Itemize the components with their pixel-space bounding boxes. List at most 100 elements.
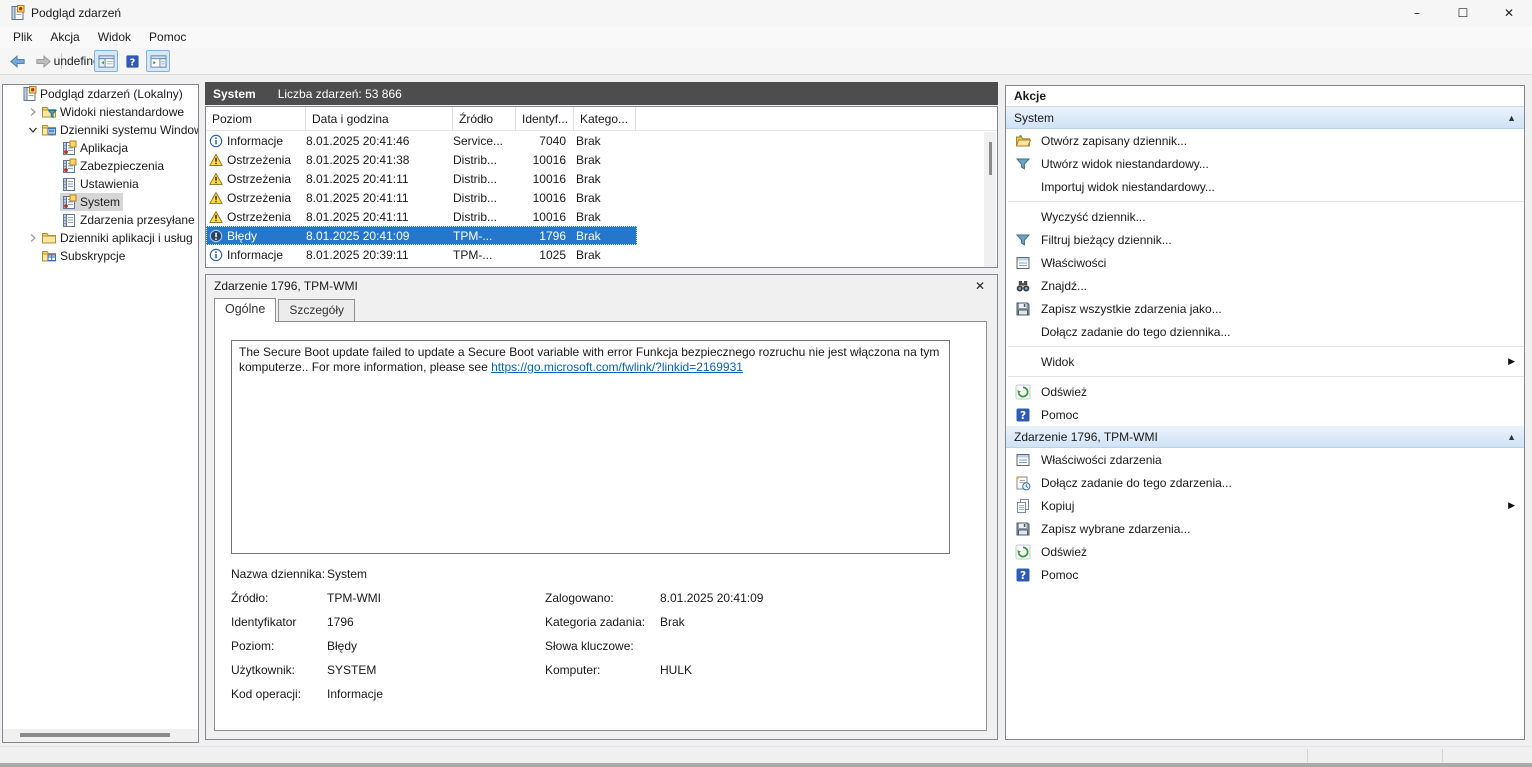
tab-ogolne[interactable]: Ogólne bbox=[214, 298, 276, 322]
event-date: 8.01.2025 20:41:38 bbox=[306, 153, 453, 167]
log-title-bar: System Liczba zdarzeń: 53 866 bbox=[205, 82, 998, 105]
event-list-vertical-scrollbar[interactable] bbox=[984, 132, 996, 267]
action-wlasciwosci-zdarzenia[interactable]: Właściwości zdarzenia bbox=[1006, 448, 1524, 471]
column-header-katego[interactable]: Katego... bbox=[574, 107, 636, 130]
window-bottom-edge bbox=[0, 763, 1532, 767]
action-wyczysc-dziennik[interactable]: Wyczyść dziennik... bbox=[1006, 205, 1524, 228]
detail-field-row: Użytkownik:SYSTEMKomputer:HULK bbox=[231, 658, 966, 682]
action-label: Utwórz widok niestandardowy... bbox=[1041, 157, 1515, 171]
log-badge-icon bbox=[61, 140, 77, 156]
action-label: Importuj widok niestandardowy... bbox=[1041, 180, 1515, 194]
chevron-right-icon[interactable] bbox=[25, 105, 40, 120]
maximize-button[interactable]: ☐ bbox=[1440, 0, 1486, 26]
tree-item-label: Aplikacja bbox=[80, 141, 128, 155]
action-pomoc[interactable]: ?Pomoc bbox=[1006, 403, 1524, 426]
action-otworz-zapisany-dziennik[interactable]: Otwórz zapisany dziennik... bbox=[1006, 129, 1524, 152]
field-label: Komputer: bbox=[545, 663, 660, 677]
action-kopiuj[interactable]: Kopiuj▶ bbox=[1006, 494, 1524, 517]
tree-item-dzienniki-aplikacji-i-uslug[interactable]: Dzienniki aplikacji i usług bbox=[3, 229, 198, 247]
tab-szczegoly[interactable]: Szczegóły bbox=[278, 299, 355, 321]
tree-item-zdarzenia-przesylane-dalej[interactable]: Zdarzenia przesyłane dalej bbox=[3, 211, 198, 229]
info-level-icon bbox=[209, 134, 223, 148]
event-row-6[interactable]: Błędy8.01.2025 20:41:09TPM-...1796Brak bbox=[206, 226, 637, 245]
help-icon[interactable]: ? bbox=[120, 50, 144, 72]
action-utworz-widok-niestandardowy[interactable]: Utwórz widok niestandardowy... bbox=[1006, 152, 1524, 175]
tree-item-label: Widoki niestandardowe bbox=[60, 105, 184, 119]
action-pane-toggle-icon[interactable] bbox=[146, 50, 170, 72]
action-dolacz-zadanie-do-tego-zdarzenia[interactable]: Dołącz zadanie do tego zdarzenia... bbox=[1006, 471, 1524, 494]
action-label: Pomoc bbox=[1041, 408, 1515, 422]
event-row-2[interactable]: Ostrzeżenia8.01.2025 20:41:38Distrib...1… bbox=[206, 150, 637, 169]
warning-level-icon bbox=[209, 172, 223, 186]
tree-item-subskrypcje[interactable]: Subskrypcje bbox=[3, 247, 198, 265]
action-odswiez[interactable]: Odśwież bbox=[1006, 380, 1524, 403]
column-header-data-i-godzina[interactable]: Data i godzina bbox=[306, 107, 453, 130]
event-count: Liczba zdarzeń: 53 866 bbox=[278, 87, 402, 101]
tree-item-widoki-niestandardowe[interactable]: Widoki niestandardowe bbox=[3, 103, 198, 121]
tree-item-dzienniki-systemu-windows[interactable]: Dzienniki systemu Windows bbox=[3, 121, 198, 139]
warning-level-icon bbox=[209, 153, 223, 167]
action-label: Dołącz zadanie do tego dziennika... bbox=[1041, 325, 1515, 339]
event-row-3[interactable]: Ostrzeżenia8.01.2025 20:41:11Distrib...1… bbox=[206, 169, 637, 188]
minimize-button[interactable]: – bbox=[1394, 0, 1440, 26]
actions-section-header-zdarzenie-1796-tpm-wmi[interactable]: Zdarzenie 1796, TPM-WMI▲ bbox=[1006, 426, 1524, 448]
action-pomoc[interactable]: ?Pomoc bbox=[1006, 563, 1524, 586]
field-label: Zalogowano: bbox=[545, 591, 660, 605]
chevron-right-icon[interactable] bbox=[25, 231, 40, 246]
action-label: Właściwości zdarzenia bbox=[1041, 453, 1515, 467]
menu-item-pomoc[interactable]: Pomoc bbox=[140, 28, 195, 46]
event-date: 8.01.2025 20:41:11 bbox=[306, 172, 453, 186]
event-viewer-icon bbox=[21, 86, 37, 102]
action-zapisz-wszystkie-zdarzenia-jako[interactable]: Zapisz wszystkie zdarzenia jako... bbox=[1006, 297, 1524, 320]
tree-item-label: Subskrypcje bbox=[60, 249, 125, 263]
folder-filter-icon bbox=[41, 104, 57, 120]
menu-item-widok[interactable]: Widok bbox=[89, 28, 140, 46]
action-widok[interactable]: Widok▶ bbox=[1006, 350, 1524, 373]
console-tree-toggle-icon[interactable] bbox=[94, 50, 118, 72]
action-importuj-widok-niestandardowy[interactable]: Importuj widok niestandardowy... bbox=[1006, 175, 1524, 198]
column-header-zrodlo[interactable]: Źródło bbox=[453, 107, 516, 130]
action-znajdz[interactable]: Znajdź... bbox=[1006, 274, 1524, 297]
tree-item-label: Dzienniki aplikacji i usług bbox=[60, 231, 193, 245]
event-category: Brak bbox=[574, 210, 636, 224]
action-zapisz-wybrane-zdarzenia[interactable]: Zapisz wybrane zdarzenia... bbox=[1006, 517, 1524, 540]
chevron-down-icon[interactable] bbox=[25, 123, 40, 138]
collapse-section-icon[interactable]: ▲ bbox=[1507, 432, 1516, 442]
event-row-5[interactable]: Ostrzeżenia8.01.2025 20:41:11Distrib...1… bbox=[206, 207, 637, 226]
event-id: 10016 bbox=[516, 172, 574, 186]
submenu-arrow-icon: ▶ bbox=[1508, 356, 1515, 367]
action-wlasciwosci[interactable]: Właściwości bbox=[1006, 251, 1524, 274]
tree-item-aplikacja[interactable]: Aplikacja bbox=[3, 139, 198, 157]
level-label: Ostrzeżenia bbox=[227, 191, 291, 205]
column-header-identyf[interactable]: Identyf... bbox=[516, 107, 574, 130]
log-plain-icon bbox=[61, 212, 77, 228]
action-odswiez[interactable]: Odśwież bbox=[1006, 540, 1524, 563]
menu-item-plik[interactable]: Plik bbox=[4, 28, 41, 46]
event-row-1[interactable]: Informacje8.01.2025 20:41:46Service...70… bbox=[206, 131, 637, 150]
actions-section-header-system[interactable]: System▲ bbox=[1006, 107, 1524, 129]
collapse-section-icon[interactable]: ▲ bbox=[1507, 113, 1516, 123]
tree-item-podglad-zdarzen-lokalny[interactable]: Podgląd zdarzeń (Lokalny) bbox=[3, 85, 198, 103]
menu-item-akcja[interactable]: Akcja bbox=[41, 28, 88, 46]
tree-item-zabezpieczenia[interactable]: Zabezpieczenia bbox=[3, 157, 198, 175]
action-label: Odśwież bbox=[1041, 545, 1515, 559]
event-row-7[interactable]: Informacje8.01.2025 20:39:11TPM-...1025B… bbox=[206, 245, 637, 264]
column-header-poziom[interactable]: Poziom bbox=[206, 107, 306, 130]
forward-arrow-icon[interactable] bbox=[31, 50, 55, 72]
event-date: 8.01.2025 20:39:11 bbox=[306, 248, 453, 262]
close-button[interactable]: ✕ bbox=[1486, 0, 1532, 26]
action-filtruj-biezacy-dziennik[interactable]: Filtruj bieżący dziennik... bbox=[1006, 228, 1524, 251]
tree-item-system[interactable]: System bbox=[3, 193, 198, 211]
open-saved-log-icon[interactable]: undefined bbox=[68, 50, 92, 72]
close-detail-icon[interactable]: ✕ bbox=[971, 279, 989, 293]
event-id: 10016 bbox=[516, 153, 574, 167]
event-message-link[interactable]: https://go.microsoft.com/fwlink/?linkid=… bbox=[491, 360, 743, 374]
event-message-box[interactable]: The Secure Boot update failed to update … bbox=[231, 340, 950, 554]
event-date: 8.01.2025 20:41:09 bbox=[306, 229, 453, 243]
event-row-4[interactable]: Ostrzeżenia8.01.2025 20:41:11Distrib...1… bbox=[206, 188, 637, 207]
back-arrow-icon[interactable] bbox=[5, 50, 29, 72]
action-label: Znajdź... bbox=[1041, 279, 1515, 293]
action-dolacz-zadanie-do-tego-dziennika[interactable]: Dołącz zadanie do tego dziennika... bbox=[1006, 320, 1524, 343]
tree-horizontal-scrollbar[interactable] bbox=[3, 729, 198, 742]
tree-item-ustawienia[interactable]: Ustawienia bbox=[3, 175, 198, 193]
